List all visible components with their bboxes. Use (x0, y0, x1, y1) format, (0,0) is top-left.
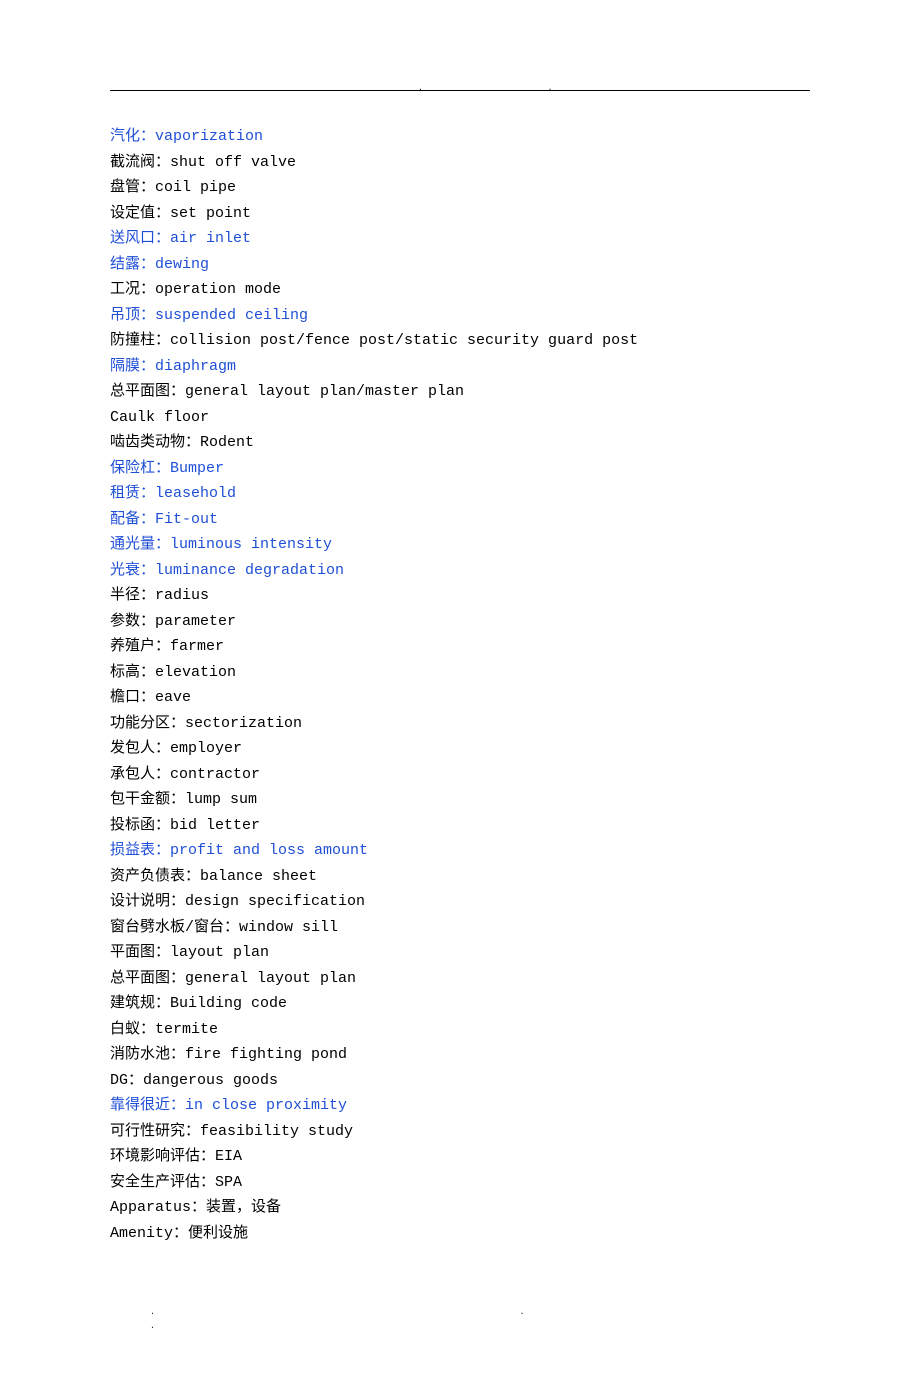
vocab-entry: 安全生产评估：SPA (110, 1170, 810, 1196)
vocab-entry: 环境影响评估：EIA (110, 1144, 810, 1170)
vocab-entry: 截流阀：shut off valve (110, 150, 810, 176)
vocab-entry: 汽化：vaporization (110, 124, 810, 150)
footer-dots: . . . (110, 1306, 810, 1333)
vocab-entry: 可行性研究：feasibility study (110, 1119, 810, 1145)
vocabulary-list: 汽化：vaporization截流阀：shut off valve盘管：coil… (110, 124, 810, 1246)
vocab-entry: 光衰：luminance degradation (110, 558, 810, 584)
vocab-entry: 资产负债表：balance sheet (110, 864, 810, 890)
vocab-entry: Amenity：便利设施 (110, 1221, 810, 1247)
document-page: . . 汽化：vaporization截流阀：shut off valve盘管：… (0, 0, 920, 1393)
vocab-entry: 总平面图：general layout plan (110, 966, 810, 992)
vocab-entry: 白蚁：termite (110, 1017, 810, 1043)
vocab-entry: 租赁：leasehold (110, 481, 810, 507)
vocab-entry: 承包人：contractor (110, 762, 810, 788)
vocab-entry: 包干金额：lump sum (110, 787, 810, 813)
vocab-entry: 通光量：luminous intensity (110, 532, 810, 558)
vocab-entry: 设计说明：design specification (110, 889, 810, 915)
vocab-entry: DG：dangerous goods (110, 1068, 810, 1094)
vocab-entry: 损益表：profit and loss amount (110, 838, 810, 864)
vocab-entry: Caulk floor (110, 405, 810, 431)
vocab-entry: Apparatus：装置，设备 (110, 1195, 810, 1221)
vocab-entry: 窗台劈水板/窗台：window sill (110, 915, 810, 941)
vocab-entry: 消防水池：fire fighting pond (110, 1042, 810, 1068)
vocab-entry: 吊顶：suspended ceiling (110, 303, 810, 329)
vocab-entry: 保险杠：Bumper (110, 456, 810, 482)
vocab-entry: 总平面图：general layout plan/master plan (110, 379, 810, 405)
vocab-entry: 送风口：air inlet (110, 226, 810, 252)
vocab-entry: 结露：dewing (110, 252, 810, 278)
vocab-entry: 参数：parameter (110, 609, 810, 635)
vocab-entry: 发包人：employer (110, 736, 810, 762)
vocab-entry: 养殖户：farmer (110, 634, 810, 660)
vocab-entry: 标高：elevation (110, 660, 810, 686)
vocab-entry: 功能分区：sectorization (110, 711, 810, 737)
vocab-entry: 设定值：set point (110, 201, 810, 227)
vocab-entry: 工况：operation mode (110, 277, 810, 303)
vocab-entry: 防撞柱：collision post/fence post/static sec… (110, 328, 810, 354)
vocab-entry: 檐口：eave (110, 685, 810, 711)
vocab-entry: 配备：Fit-out (110, 507, 810, 533)
vocab-entry: 建筑规：Building code (110, 991, 810, 1017)
header-rule: . . (110, 90, 810, 92)
vocab-entry: 投标函：bid letter (110, 813, 810, 839)
vocab-entry: 平面图：layout plan (110, 940, 810, 966)
vocab-entry: 半径：radius (110, 583, 810, 609)
header-dots: . . (418, 82, 612, 96)
vocab-entry: 靠得很近：in close proximity (110, 1093, 810, 1119)
vocab-entry: 隔膜：diaphragm (110, 354, 810, 380)
vocab-entry: 啮齿类动物：Rodent (110, 430, 810, 456)
vocab-entry: 盘管：coil pipe (110, 175, 810, 201)
